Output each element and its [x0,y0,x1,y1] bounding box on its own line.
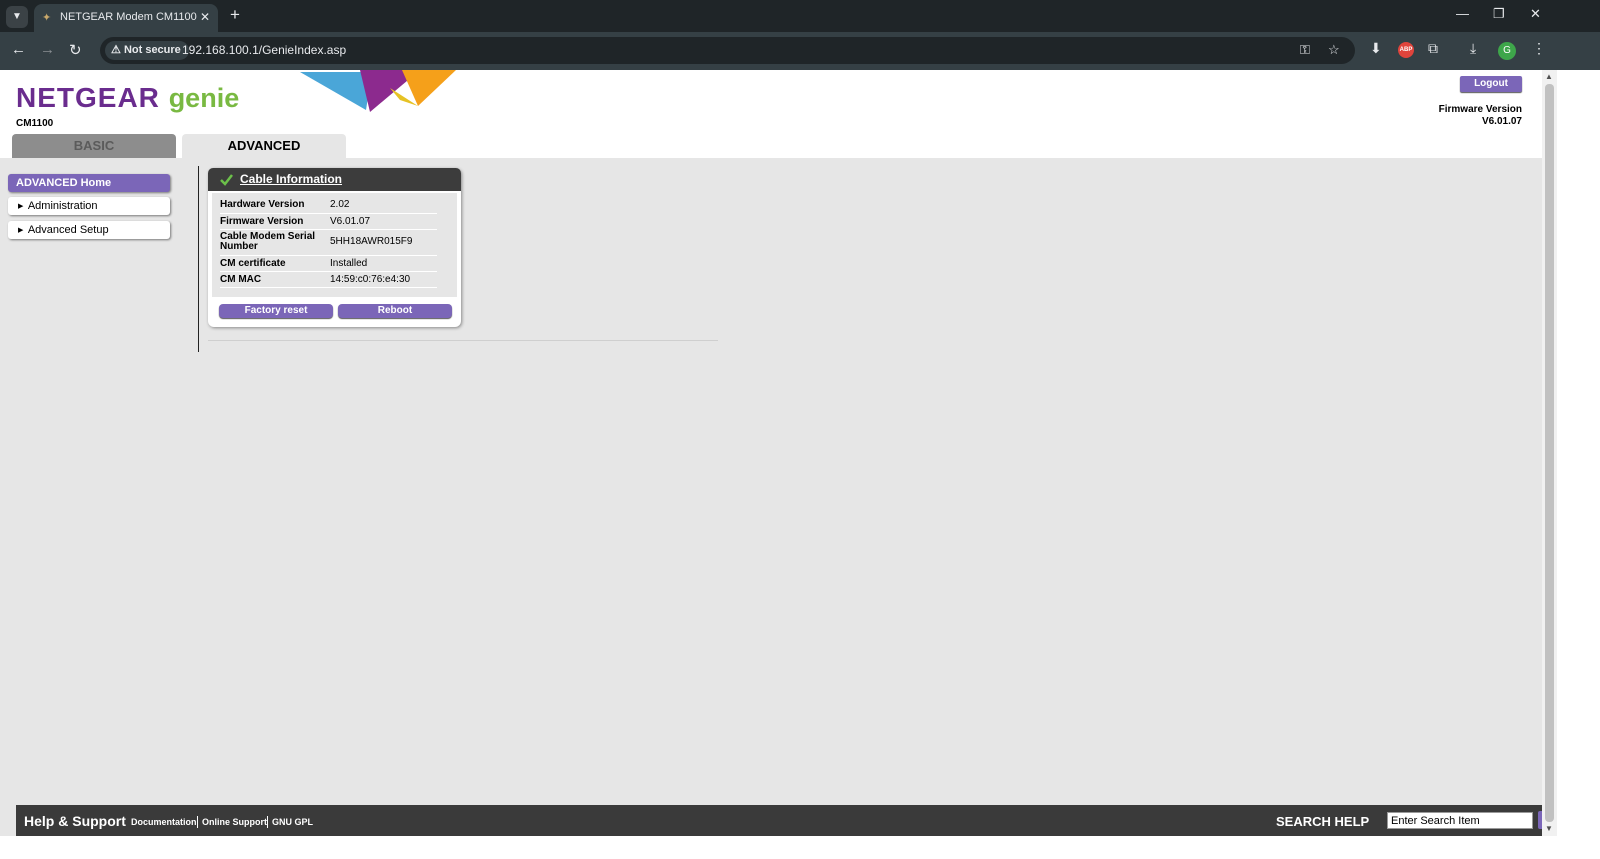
browser-tab-title: NETGEAR Modem CM1100 [60,11,197,23]
table-row: Hardware Version 2.02 [220,197,437,214]
tab-close-icon[interactable]: ✕ [200,10,210,24]
row-value: Installed [330,255,437,272]
search-help-input[interactable] [1387,812,1533,829]
row-key: Firmware Version [220,213,330,230]
gnu-gpl-link[interactable]: GNU GPL [272,817,313,827]
triangle-right-icon: ▶ [18,227,24,234]
tab-advanced[interactable]: ADVANCED [182,134,346,158]
cable-information-panel: Cable Information Hardware Version 2.02 … [208,168,461,327]
triangle-right-icon: ▶ [18,203,24,210]
window-close-icon[interactable]: ✕ [1530,6,1541,22]
scroll-up-icon[interactable]: ▲ [1545,72,1553,81]
url-text[interactable]: 192.168.100.1/GenieIndex.asp [182,43,346,57]
window-bottom-edge [0,836,1600,859]
model-label: CM1100 [16,118,54,129]
page-scrollbar[interactable]: ▲ ▼ [1542,70,1557,836]
extensions-puzzle-icon[interactable]: ⧉ [1428,40,1438,57]
forward-arrow-icon[interactable]: → [40,41,55,58]
browser-tab[interactable]: ✦ NETGEAR Modem CM1100 ✕ [34,4,218,32]
help-support-title: Help & Support [24,813,126,829]
link-separator [197,816,198,828]
reboot-button[interactable]: Reboot [338,304,452,318]
cable-info-table: Hardware Version 2.02 Firmware Version V… [220,197,437,288]
bookmark-star-icon[interactable]: ☆ [1328,42,1340,58]
password-key-icon[interactable]: ⚿ [1300,42,1310,58]
window-edge [1557,70,1600,836]
firmware-version-value: V6.01.07 [1481,116,1522,127]
row-key: CM certificate [220,255,330,272]
decorative-triangles-icon [300,70,456,112]
profile-avatar[interactable]: G [1498,42,1516,60]
new-tab-button[interactable]: + [230,5,240,25]
sidebar-item-label: Administration [27,200,98,212]
minimize-icon[interactable]: — [1456,6,1469,21]
green-check-icon [220,174,233,186]
netgear-favicon-icon: ✦ [42,12,52,24]
adblock-extension-icon[interactable]: ABP [1398,42,1414,58]
row-value: 14:59:c0:76:e4:30 [330,271,437,288]
panel-title-link[interactable]: Cable Information [240,172,342,186]
restore-icon[interactable]: ❐ [1493,6,1505,22]
online-support-link[interactable]: Online Support [202,817,267,827]
row-key: CM MAC [220,271,330,288]
help-support-footer: Help & Support Documentation Online Supp… [16,805,1542,836]
panel-body: Hardware Version 2.02 Firmware Version V… [212,193,457,297]
logout-button[interactable]: Logout [1460,76,1522,92]
link-separator [267,816,268,828]
back-arrow-icon[interactable]: ← [11,41,26,58]
netgear-genie-logo: NETGEAR genie [16,82,239,114]
row-value: 2.02 [330,197,437,214]
security-chip[interactable]: ⚠ Not secure [105,41,189,60]
row-key: Hardware Version [220,197,330,214]
row-value: 5HH18AWR015F9 [330,229,437,256]
scrollbar-thumb[interactable] [1545,84,1554,822]
address-bar[interactable]: ⚠ Not secure 192.168.100.1/GenieIndex.as… [100,37,1355,64]
sidebar-item-advanced-home[interactable]: ADVANCED Home [8,174,170,192]
row-key: Cable Modem Serial Number [220,229,330,256]
row-value: V6.01.07 [330,213,437,230]
reload-icon[interactable]: ↻ [69,41,82,59]
sidebar-item-advanced-setup[interactable]: ▶ Advanced Setup [8,221,170,239]
downloads-icon[interactable]: ⤓ [1470,40,1476,57]
table-row: Cable Modem Serial Number 5HH18AWR015F9 [220,229,437,256]
table-row: Firmware Version V6.01.07 [220,213,437,230]
table-row: CM certificate Installed [220,255,437,272]
tab-search-chevron-icon[interactable]: ▼ [6,6,28,28]
brand-suffix: genie [168,83,240,113]
documentation-link[interactable]: Documentation [131,817,197,827]
content-divider [208,340,718,341]
sidebar-item-administration[interactable]: ▶ Administration [8,197,170,215]
warning-triangle-icon: ⚠ [111,44,121,56]
browser-tabbar: ▼ ✦ NETGEAR Modem CM1100 ✕ + — ❐ ✕ [0,0,1600,32]
search-help-label: SEARCH HELP [1276,814,1370,829]
page-header: NETGEAR genie CM1100 Logout Firmware Ver… [0,70,1542,158]
not-secure-label: Not secure [123,44,181,56]
factory-reset-button[interactable]: Factory reset [219,304,333,318]
browser-toolbar: ← → ↻ ⚠ Not secure 192.168.100.1/GenieIn… [0,32,1600,70]
sidebar-item-label: Advanced Setup [27,224,109,236]
table-row: CM MAC 14:59:c0:76:e4:30 [220,271,437,288]
brand-name: NETGEAR [16,82,160,113]
tab-basic[interactable]: BASIC [12,134,176,158]
scroll-down-icon[interactable]: ▼ [1545,824,1553,833]
firmware-version-label: Firmware Version [1438,104,1522,115]
sidebar-divider [198,166,199,352]
browser-menu-icon[interactable]: ⋮ [1532,40,1546,57]
panel-header: Cable Information [208,168,461,191]
download-extension-icon[interactable]: ⬇ [1370,40,1382,57]
page-viewport: NETGEAR genie CM1100 Logout Firmware Ver… [0,70,1542,836]
